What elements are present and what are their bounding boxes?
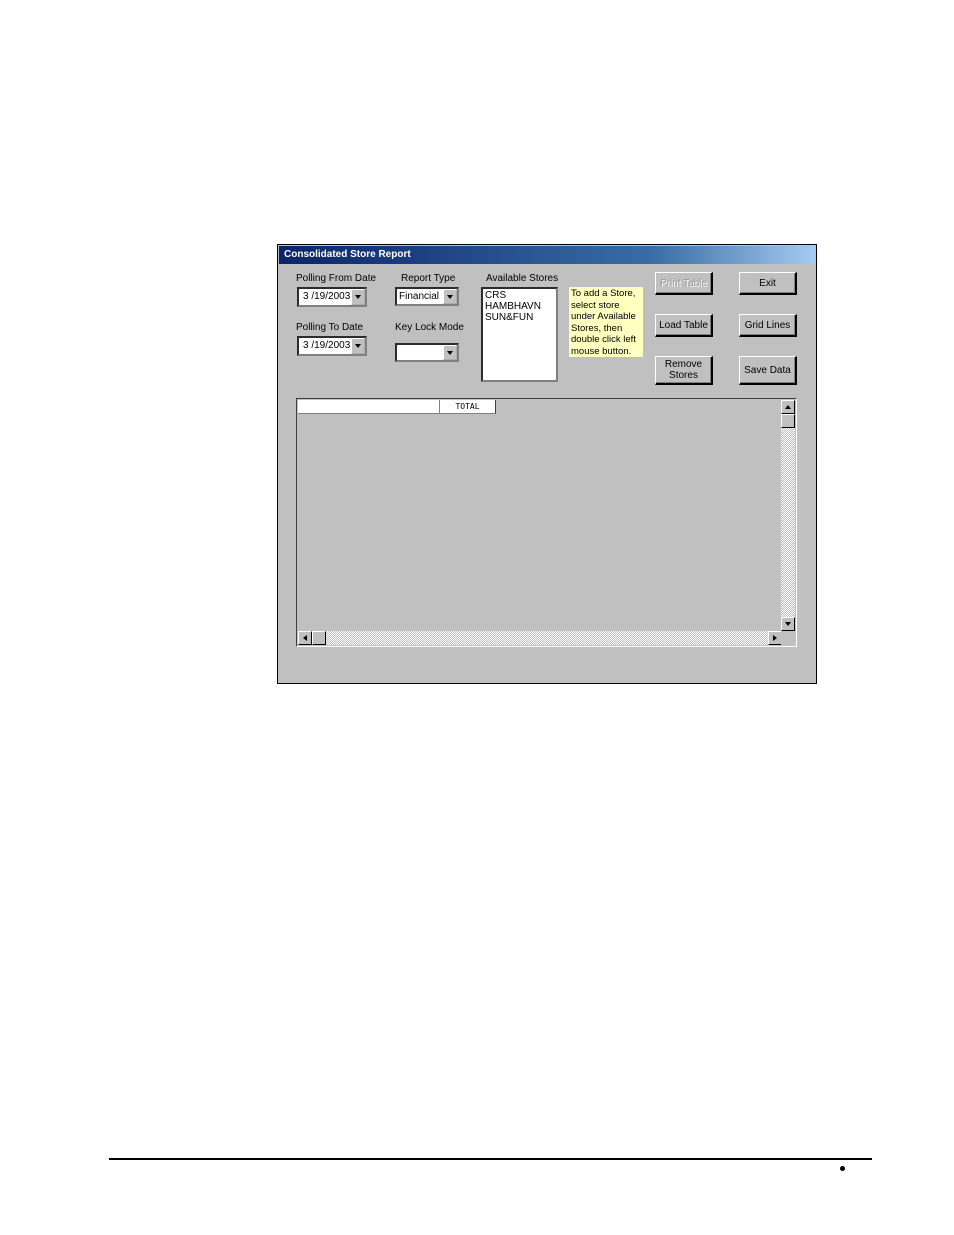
window-title: Consolidated Store Report <box>279 246 815 264</box>
report-type-select[interactable]: Financial <box>395 287 459 306</box>
bullet-icon <box>840 1166 845 1171</box>
report-grid[interactable]: TOTAL <box>296 398 797 647</box>
scroll-down-button[interactable] <box>781 617 795 631</box>
horizontal-scrollbar[interactable] <box>298 631 782 645</box>
horizontal-scroll-thumb[interactable] <box>312 631 326 645</box>
store-list-item[interactable]: CRS <box>485 290 554 301</box>
consolidated-store-report-window: Consolidated Store Report Polling From D… <box>277 244 817 684</box>
vertical-scroll-thumb[interactable] <box>781 414 795 428</box>
remove-stores-button[interactable]: Remove Stores <box>655 356 713 385</box>
polling-to-date-label: Polling To Date <box>296 322 364 333</box>
polling-from-date-picker[interactable]: 3 /19/2003 <box>297 287 367 307</box>
vertical-scrollbar[interactable] <box>781 400 795 631</box>
scroll-up-button[interactable] <box>781 400 795 414</box>
dropdown-arrow-icon <box>447 350 453 355</box>
polling-from-date-dropdown-button[interactable] <box>351 289 365 305</box>
key-lock-mode-select[interactable] <box>395 343 459 362</box>
dropdown-arrow-icon <box>355 295 361 299</box>
exit-button[interactable]: Exit <box>739 272 797 295</box>
add-store-hint: To add a Store, select store under Avail… <box>569 287 643 357</box>
load-table-button[interactable]: Load Table <box>655 314 713 337</box>
polling-from-date-value: 3 /19/2003 <box>303 291 351 302</box>
scroll-down-arrow-icon <box>785 622 791 626</box>
polling-to-date-picker[interactable]: 3 /19/2003 <box>297 336 367 356</box>
polling-from-date-label: Polling From Date <box>296 273 377 284</box>
report-type-dropdown-button[interactable] <box>443 289 457 304</box>
store-list-item[interactable]: SUN&FUN <box>485 312 554 323</box>
footer-rule <box>109 1158 872 1160</box>
scroll-right-button[interactable] <box>768 631 782 645</box>
report-type-value: Financial <box>399 291 440 302</box>
grid-header-total: TOTAL <box>440 400 496 414</box>
available-stores-label: Available Stores <box>486 273 559 284</box>
available-stores-list[interactable]: CRS HAMBHAVN SUN&FUN <box>481 287 558 382</box>
store-list-item[interactable]: HAMBHAVN <box>485 301 554 312</box>
save-data-button[interactable]: Save Data <box>739 356 797 385</box>
dropdown-arrow-icon <box>447 294 453 299</box>
scroll-right-arrow-icon <box>773 635 777 641</box>
key-lock-mode-label: Key Lock Mode <box>395 322 464 333</box>
polling-to-date-dropdown-button[interactable] <box>351 338 365 354</box>
report-type-label: Report Type <box>401 273 456 284</box>
scroll-left-button[interactable] <box>298 631 312 645</box>
grid-header-blank-cell <box>298 400 440 414</box>
print-table-button[interactable]: Print Table <box>655 272 713 295</box>
dropdown-arrow-icon <box>355 344 361 348</box>
polling-to-date-value: 3 /19/2003 <box>303 340 351 351</box>
scroll-up-arrow-icon <box>785 405 791 409</box>
scroll-left-arrow-icon <box>303 635 307 641</box>
key-lock-mode-dropdown-button[interactable] <box>443 345 457 360</box>
grid-lines-button[interactable]: Grid Lines <box>739 314 797 337</box>
scrollbar-corner <box>781 631 795 645</box>
